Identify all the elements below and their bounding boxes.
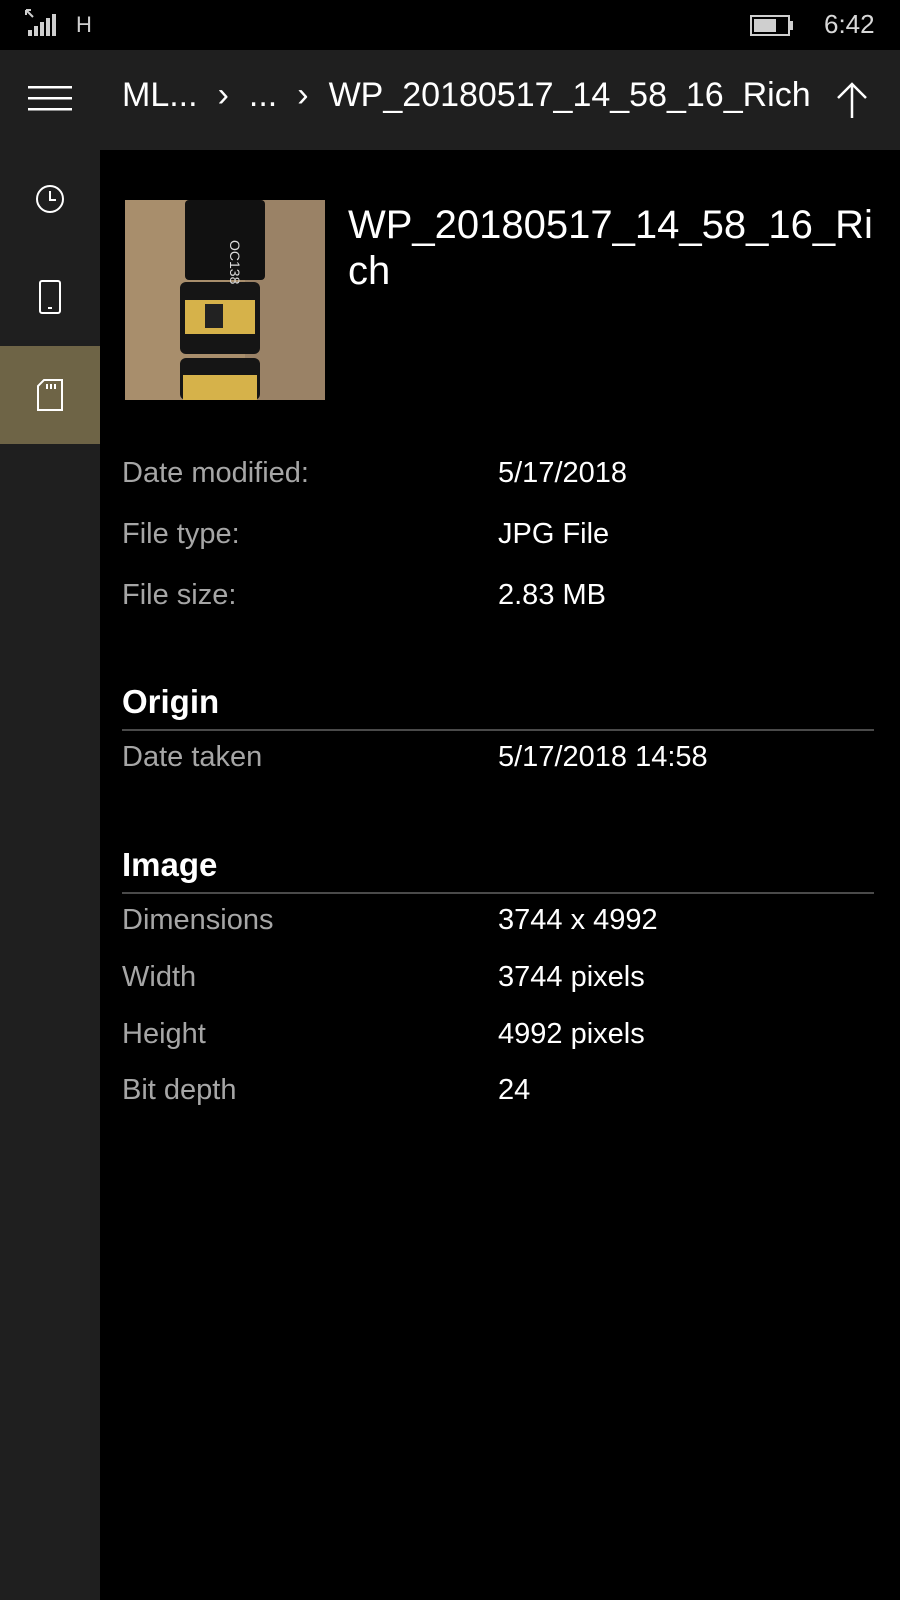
property-row: Dimensions 3744 x 4992 [122,904,882,944]
property-row: File size: 2.83 MB [122,579,882,619]
file-type-label: File type: [122,518,240,550]
battery-icon [750,15,793,36]
property-row: Date modified: 5/17/2018 [122,457,882,497]
date-modified-label: Date modified: [122,457,309,489]
breadcrumb-current[interactable]: WP_20180517_14_58_16_Rich [329,76,811,115]
image-section-heading: Image [122,846,874,894]
dimensions-value: 3744 x 4992 [498,904,658,936]
file-size-label: File size: [122,579,237,611]
dimensions-label: Dimensions [122,904,274,936]
file-type-value: JPG File [498,518,610,550]
up-arrow-icon[interactable] [832,80,872,120]
menu-icon [28,86,72,111]
property-row: File type: JPG File [122,518,882,558]
recent-button[interactable] [0,150,100,248]
thumbnail-label: OC138 [227,240,243,285]
hamburger-menu-button[interactable] [0,50,100,148]
property-row: Date taken 5/17/2018 14:58 [122,741,882,781]
chevron-right-icon: › [217,76,229,114]
file-name-title: WP_20180517_14_58_16_Rich [348,203,873,293]
date-modified-value: 5/17/2018 [498,457,628,489]
file-thumbnail: OC138 [125,200,325,400]
status-bar: H 6:42 [0,0,900,50]
bit-depth-value: 24 [498,1074,531,1106]
height-value: 4992 pixels [498,1018,645,1050]
date-taken-value: 5/17/2018 14:58 [498,741,708,773]
signal-strength-icon [25,9,56,36]
sidebar [0,50,100,1600]
height-label: Height [122,1018,206,1050]
width-value: 3744 pixels [498,961,645,993]
property-row: Height 4992 pixels [122,1018,882,1058]
property-row: Bit depth 24 [122,1074,882,1114]
network-type: H [76,12,92,37]
clock-time: 6:42 [824,9,875,39]
property-row: Width 3744 pixels [122,961,882,1001]
breadcrumb-item[interactable]: ... [249,76,277,115]
origin-section-heading: Origin [122,683,874,731]
sd-card-button[interactable] [0,346,100,444]
breadcrumb-item[interactable]: ML... [122,76,198,115]
header-bar: ML... › ... › WP_20180517_14_58_16_Rich [100,50,900,150]
file-properties-panel: OC138 WP_20180517_14_58_16_Rich Date mod… [100,150,900,1600]
phone-icon [39,280,61,314]
phone-storage-button[interactable] [0,248,100,346]
chevron-right-icon: › [297,76,309,114]
clock-icon [36,185,64,213]
width-label: Width [122,961,197,993]
file-size-value: 2.83 MB [498,579,606,611]
sd-card-icon [37,379,63,411]
date-taken-label: Date taken [122,741,263,773]
bit-depth-label: Bit depth [122,1074,237,1106]
breadcrumb: ML... › ... › WP_20180517_14_58_16_Rich [122,76,811,115]
